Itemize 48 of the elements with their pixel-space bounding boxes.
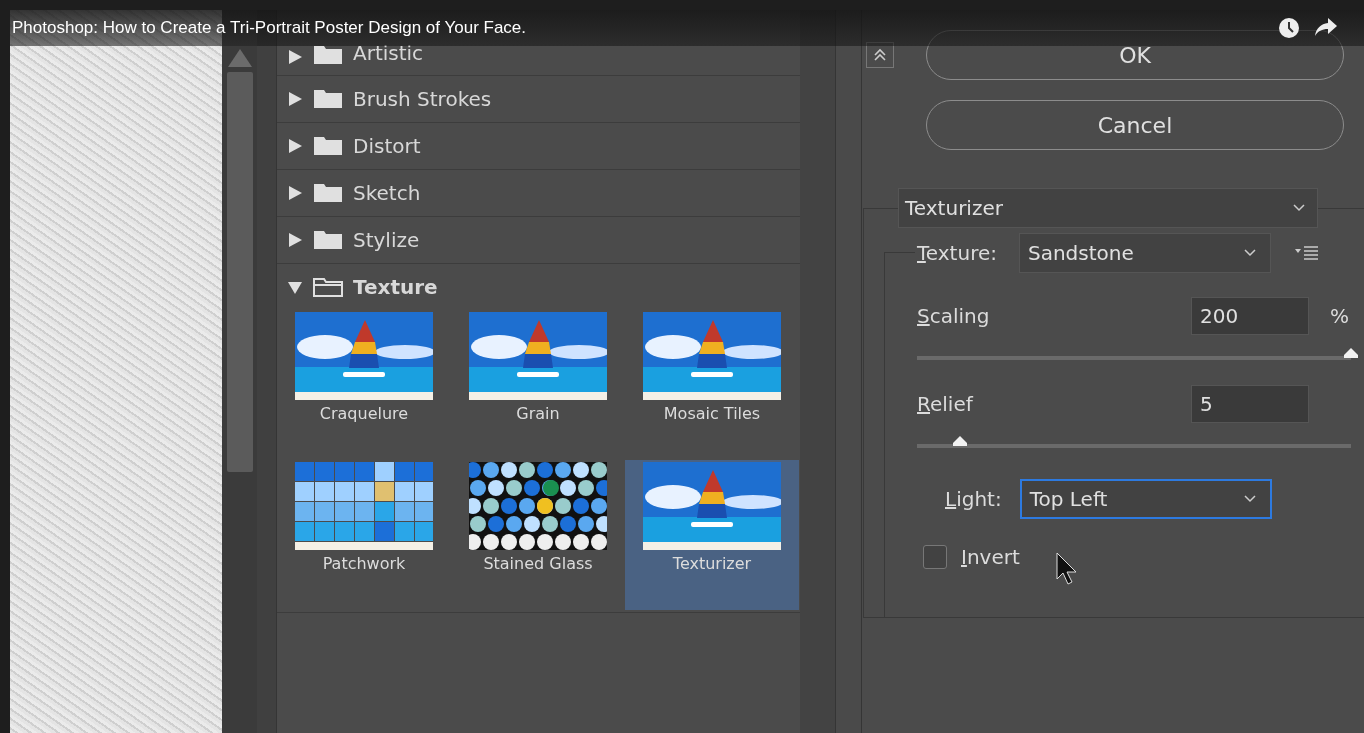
invert-checkbox[interactable] (923, 545, 947, 569)
value-field[interactable]: 5 (1191, 385, 1309, 423)
caret-right-icon (287, 138, 303, 154)
share-arrow-icon[interactable] (1314, 17, 1338, 37)
mouse-cursor-icon (1056, 552, 1078, 586)
filter-category[interactable]: Stylize (277, 217, 800, 264)
filter-dropdown[interactable]: Texturizer (898, 188, 1318, 228)
light-dropdown[interactable]: Top Left (1019, 479, 1272, 519)
folder-icon (313, 277, 343, 297)
folder-icon (313, 89, 343, 109)
caret-right-icon (287, 91, 303, 107)
filter-category[interactable]: Sketch (277, 170, 800, 217)
clock-icon[interactable] (1278, 17, 1300, 39)
slider-label: Relief (917, 392, 973, 416)
texture-dropdown[interactable]: Sandstone (1018, 233, 1271, 273)
texture-label: Texture: (917, 241, 997, 265)
value-field[interactable]: 200 (1191, 297, 1309, 335)
folder-icon (313, 183, 343, 203)
double-chevron-up-icon (873, 48, 887, 62)
filter-tile[interactable]: Texturizer (625, 460, 799, 610)
scrollbar[interactable] (222, 46, 257, 733)
filter-tile[interactable]: Grain (451, 310, 625, 460)
cancel-button[interactable]: Cancel (926, 100, 1344, 150)
chevron-down-icon (1243, 249, 1256, 257)
filter-tile[interactable]: Mosaic Tiles (625, 310, 799, 460)
slider-thumb[interactable] (1343, 347, 1359, 359)
filter-category[interactable]: Brush Strokes (277, 76, 800, 123)
light-label: Light: (945, 487, 1002, 511)
chevron-down-icon (1293, 204, 1305, 212)
filter-tile[interactable]: Stained Glass (451, 460, 625, 610)
slider-thumb[interactable] (952, 435, 969, 447)
slider-label: Scaling (917, 304, 990, 328)
chevron-down-icon (1243, 495, 1256, 503)
filter-category[interactable]: Texture (277, 264, 800, 310)
unit-label: % (1329, 304, 1349, 328)
invert-label: Invert (961, 545, 1020, 569)
filter-category[interactable]: Distort (277, 123, 800, 170)
caret-right-icon (287, 232, 303, 248)
caret-right-icon (287, 49, 303, 65)
caret-right-icon (287, 185, 303, 201)
filter-tile[interactable]: Craquelure (277, 310, 451, 460)
caret-down-icon (287, 279, 303, 295)
filter-tile[interactable]: Patchwork (277, 460, 451, 610)
panel-menu-icon[interactable] (1294, 246, 1319, 260)
folder-icon (313, 136, 343, 156)
scrollbar-thumb[interactable] (226, 72, 253, 472)
video-title: Photoshop: How to Create a Tri-Portrait Poster Design of Your Face. (12, 18, 527, 38)
folder-icon (313, 230, 343, 250)
